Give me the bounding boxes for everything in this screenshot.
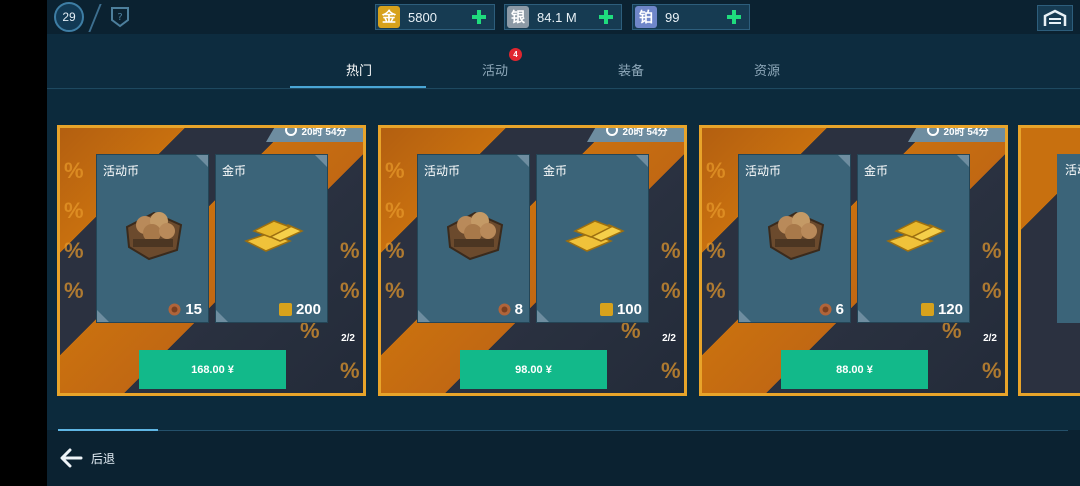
platinum-currency: 铂 99 — [632, 4, 750, 30]
back-label: 后退 — [91, 451, 116, 466]
tabs-divider — [47, 88, 1080, 89]
silver-value: 84.1 M — [537, 9, 577, 25]
shop-screen: 29 ? 金 5800 银 84.1 M 铂 99 热门 活动 4 装备 资源 — [0, 0, 1080, 486]
back-button[interactable]: 后退 — [59, 448, 115, 468]
left-black-bar — [0, 0, 47, 486]
reward-item-event-coins: 活动币 8 — [417, 154, 530, 323]
stock-count: 2/2 — [983, 333, 997, 344]
tab-equipment[interactable]: 装备 — [601, 60, 661, 79]
stock-count: 2/2 — [341, 333, 355, 344]
add-platinum-button[interactable] — [723, 6, 745, 28]
garage-button[interactable] — [1037, 5, 1073, 31]
offer-card-partial[interactable]: 活动 — [1018, 125, 1080, 396]
silver-currency: 银 84.1 M — [504, 4, 622, 30]
event-coin-icon — [168, 303, 181, 316]
clock-icon — [606, 128, 619, 136]
event-coin-icon — [819, 303, 832, 316]
player-level-badge[interactable]: 29 — [54, 2, 84, 32]
offer-card[interactable]: %% %% %% %% 20时 54分 活动币 15 金币 200 2/2 16… — [57, 125, 366, 396]
reward-item-partial: 活动 — [1057, 154, 1080, 323]
gold-bars-icon — [244, 220, 304, 252]
platinum-value: 99 — [665, 9, 680, 25]
offer-timer: 20时 54分 — [908, 128, 1005, 142]
tab-resources[interactable]: 资源 — [737, 60, 797, 79]
gold-currency: 金 5800 — [375, 4, 495, 30]
event-coin-icon — [498, 303, 511, 316]
add-gold-button[interactable] — [468, 6, 490, 28]
scroll-thumb[interactable] — [58, 429, 158, 431]
reward-item-gold: 金币 100 — [536, 154, 649, 323]
clock-icon — [285, 128, 298, 136]
scroll-track — [58, 430, 1068, 431]
gold-icon — [920, 303, 934, 316]
platinum-icon: 铂 — [635, 6, 657, 28]
reward-item-event-coins: 活动币 6 — [738, 154, 851, 323]
help-icon[interactable]: ? — [110, 6, 130, 28]
add-silver-button[interactable] — [595, 6, 617, 28]
offer-timer: 20时 54分 — [587, 128, 684, 142]
gold-icon — [599, 303, 613, 316]
event-coin-crate-icon — [446, 211, 504, 261]
buy-button[interactable]: 168.00 ¥ — [139, 350, 286, 389]
buy-button[interactable]: 98.00 ¥ — [460, 350, 607, 389]
gold-icon: 金 — [378, 6, 400, 28]
event-coin-crate-icon — [125, 211, 183, 261]
buy-button[interactable]: 88.00 ¥ — [781, 350, 928, 389]
offer-timer: 20时 54分 — [266, 128, 363, 142]
gold-bars-icon — [886, 220, 946, 252]
clock-icon — [927, 128, 940, 136]
reward-item-gold: 金币 200 — [215, 154, 328, 323]
svg-text:?: ? — [117, 12, 122, 23]
offer-card[interactable]: %% %% %% %% 20时 54分 活动币 6 金币 120 2/2 88.… — [699, 125, 1008, 396]
gold-icon — [278, 303, 292, 316]
tab-events[interactable]: 活动 — [465, 60, 525, 79]
gold-bars-icon — [565, 220, 625, 252]
offer-card[interactable]: %% %% %% %% 20时 54分 活动币 8 金币 100 2/2 98.… — [378, 125, 687, 396]
reward-item-gold: 金币 120 — [857, 154, 970, 323]
event-coin-crate-icon — [767, 211, 825, 261]
reward-item-event-coins: 活动币 15 — [96, 154, 209, 323]
stock-count: 2/2 — [662, 333, 676, 344]
garage-icon — [1043, 9, 1067, 26]
bottom-bar: 后退 — [47, 429, 1080, 486]
tab-hot[interactable]: 热门 — [329, 60, 389, 79]
category-tabs: 热门 活动 4 装备 资源 — [47, 34, 1080, 90]
back-arrow-icon — [60, 448, 83, 468]
gold-value: 5800 — [408, 9, 437, 25]
events-notification-badge: 4 — [509, 48, 522, 61]
silver-icon: 银 — [507, 6, 529, 28]
